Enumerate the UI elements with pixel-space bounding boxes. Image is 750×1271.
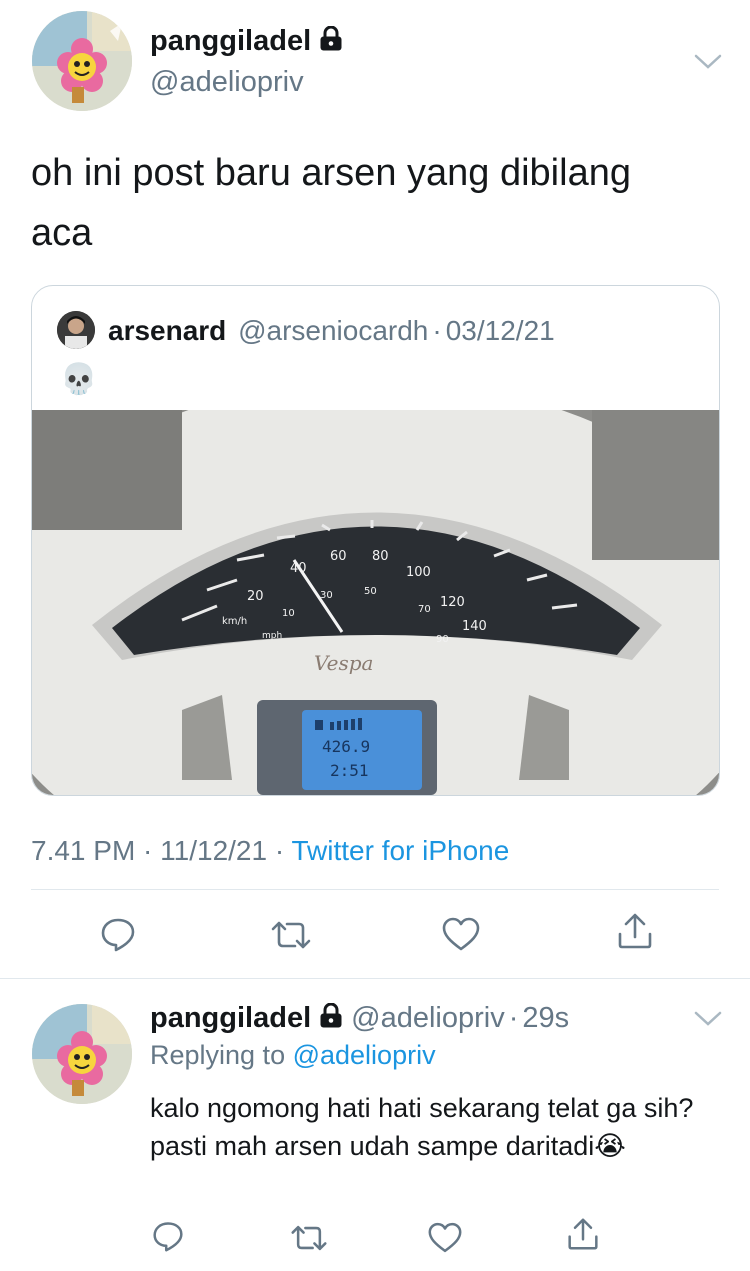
reply-reply-button[interactable] (152, 1220, 184, 1252)
divider (31, 889, 719, 890)
reply-icon (153, 1222, 183, 1252)
quoted-tweet-card[interactable]: arsenard @arseniocardh·03/12/21 💀 20 40 (31, 285, 720, 796)
gauge-tick-100: 100 (406, 565, 431, 580)
quoted-display-name: arsenard (108, 315, 227, 346)
reply-age[interactable]: 29s (522, 1002, 569, 1035)
gauge-tick-20: 20 (247, 589, 264, 604)
heart-icon (428, 1222, 462, 1253)
lock-icon (319, 25, 343, 57)
chevron-down-icon[interactable] (694, 53, 722, 76)
quoted-avatar (57, 311, 95, 349)
reply-display-name[interactable]: panggiladel (150, 1002, 311, 1035)
share-icon (618, 913, 652, 949)
reply-like-button[interactable] (428, 1222, 462, 1253)
share-icon (568, 1218, 598, 1250)
replying-to-handle[interactable]: @adeliopriv (293, 1040, 436, 1070)
reply-button[interactable] (100, 916, 136, 952)
gauge-mph-90: 90 (436, 634, 449, 645)
reply-chevron-down-icon[interactable] (694, 1010, 722, 1033)
crying-emoji: 😭 (594, 1131, 626, 1161)
gauge-unit-mph: mph (262, 631, 282, 641)
reply-share-button[interactable] (567, 1217, 599, 1251)
lcd-odometer: 426.9 (322, 737, 370, 756)
avatar[interactable] (32, 11, 132, 111)
lock-icon (319, 1002, 343, 1034)
avatar-image (32, 11, 132, 111)
heart-icon (442, 917, 480, 951)
reply-separator: · (508, 1002, 519, 1034)
retweet-icon (271, 921, 311, 949)
like-button[interactable] (442, 917, 480, 951)
gauge-tick-60: 60 (330, 549, 347, 564)
gauge-tick-80: 80 (372, 549, 389, 564)
tweet-timestamp[interactable]: 7.41 PM · 11/12/21 · (31, 835, 291, 866)
reply-avatar[interactable] (32, 1004, 132, 1104)
reply-retweet-button[interactable] (290, 1224, 328, 1252)
lcd-time: 2:51 (330, 761, 369, 780)
gauge-unit-kmh: km/h (222, 616, 247, 627)
reply-avatar-image (32, 1004, 132, 1104)
handle[interactable]: @adeliopriv (150, 66, 304, 99)
reply-icon (101, 918, 135, 952)
replying-to-label: Replying to (150, 1040, 293, 1070)
display-name[interactable]: panggiladel (150, 25, 311, 58)
gauge-tick-120: 120 (440, 595, 465, 610)
retweet-icon (291, 1225, 327, 1251)
section-divider (0, 978, 750, 979)
retweet-button[interactable] (270, 920, 312, 950)
tweet-text: oh ini post baru arsen yang dibilang aca (31, 152, 631, 254)
skull-emoji: 💀 (60, 363, 98, 396)
speedometer-image: 20 40 60 80 100 120 140 km/h mph 10 30 5… (32, 380, 719, 795)
quoted-separator: · (432, 315, 442, 346)
reply-handle[interactable]: @adeliopriv (351, 1002, 505, 1035)
tweet-source[interactable]: Twitter for iPhone (291, 835, 509, 866)
gauge-mph-70: 70 (418, 604, 431, 615)
gauge-tick-140: 140 (462, 619, 487, 634)
quoted-handle: @arseniocardh (238, 315, 429, 346)
gauge-brand: Vespa (314, 651, 373, 675)
quoted-date: 03/12/21 (445, 315, 555, 346)
gauge-mph-50: 50 (364, 586, 377, 597)
gauge-mph-10: 10 (282, 608, 295, 619)
quoted-media[interactable]: 20 40 60 80 100 120 140 km/h mph 10 30 5… (32, 380, 719, 795)
share-button[interactable] (617, 912, 653, 950)
